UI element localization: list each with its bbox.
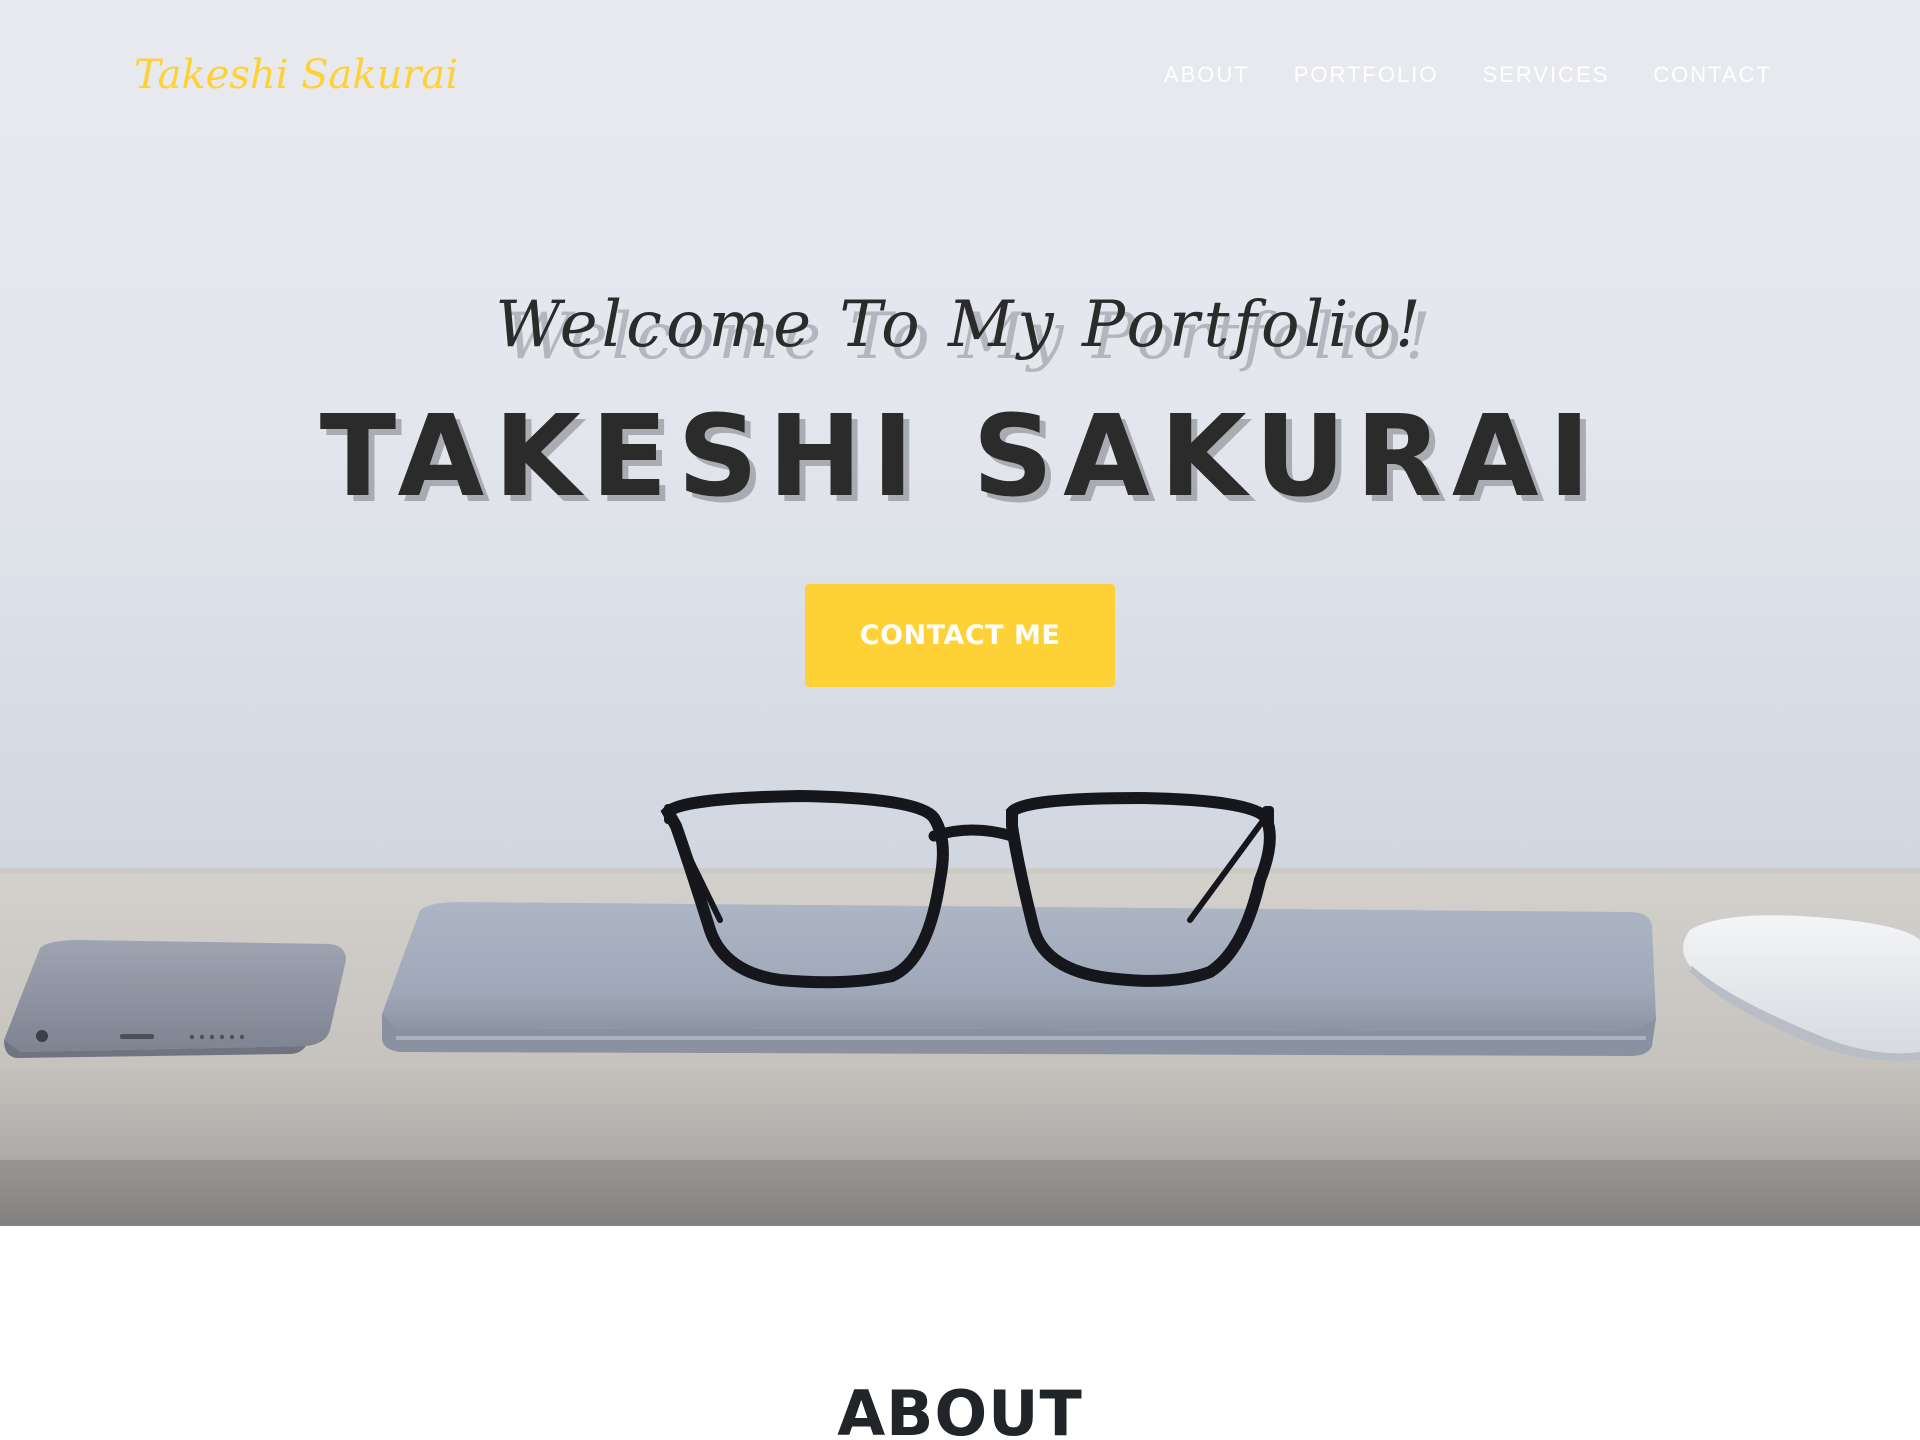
about-heading: ABOUT xyxy=(837,1377,1083,1440)
nav-item-contact[interactable]: CONTACT xyxy=(1653,62,1772,88)
hero-subtitle: Welcome To My Portfolio! xyxy=(495,288,1425,362)
hero-title: TAKESHI SAKURAI xyxy=(319,392,1601,522)
laptop-image xyxy=(381,902,1656,1056)
main-nav: ABOUT PORTFOLIO SERVICES CONTACT xyxy=(1164,62,1772,88)
phone-image xyxy=(4,940,346,1058)
brand-logo[interactable]: Takeshi Sakurai xyxy=(134,52,458,98)
hero-section: Takeshi Sakurai ABOUT PORTFOLIO SERVICES… xyxy=(0,0,1920,1226)
nav-item-services[interactable]: SERVICES xyxy=(1482,62,1609,88)
nav-item-about[interactable]: ABOUT xyxy=(1164,62,1250,88)
nav-item-portfolio[interactable]: PORTFOLIO xyxy=(1294,62,1439,88)
contact-me-button[interactable]: CONTACT ME xyxy=(805,584,1115,687)
